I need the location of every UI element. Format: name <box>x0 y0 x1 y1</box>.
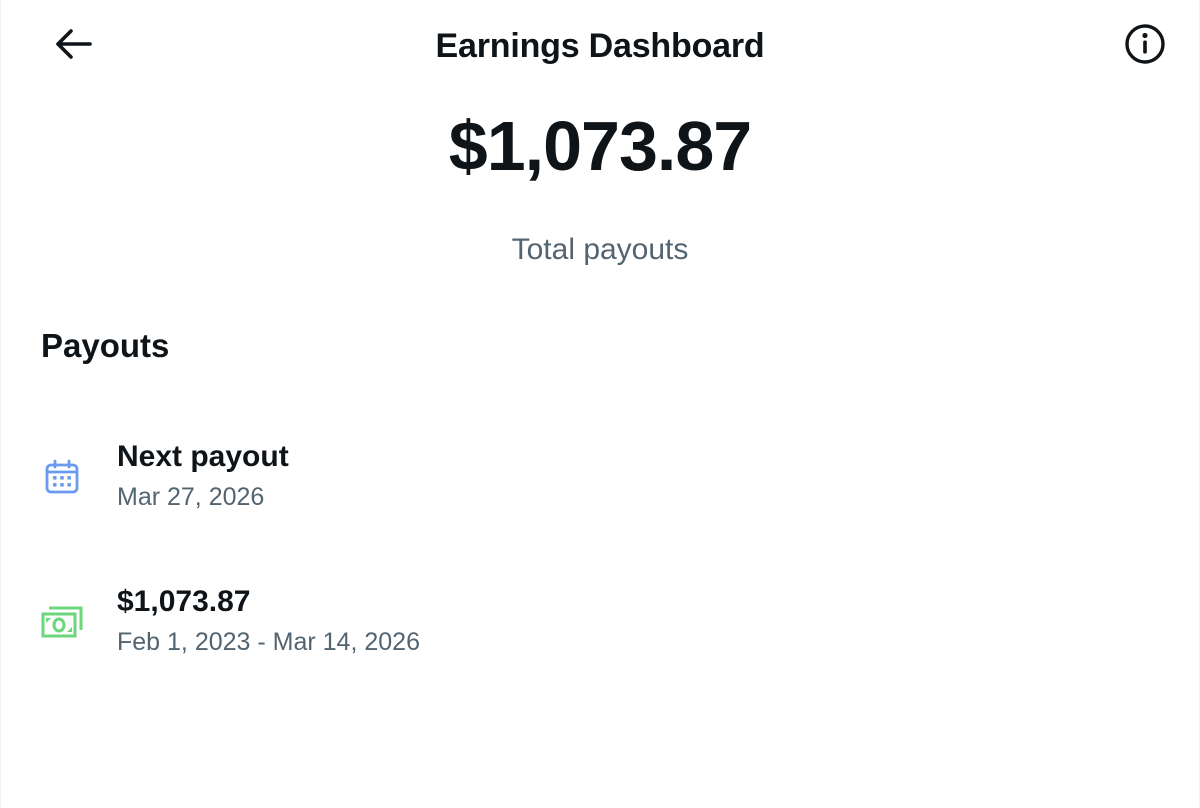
earnings-dashboard-page: Earnings Dashboard $1,073.87 Total payou… <box>0 0 1200 808</box>
next-payout-date: Mar 27, 2026 <box>117 483 265 511</box>
info-circle-icon <box>1124 23 1166 70</box>
payout-period-row[interactable]: $1,073.87 Feb 1, 2023 - Mar 14, 2026 <box>1 577 1199 667</box>
payout-amount: $1,073.87 <box>117 585 251 618</box>
money-icon <box>41 601 83 643</box>
info-button[interactable] <box>1121 23 1169 70</box>
next-payout-row[interactable]: Next payout Mar 27, 2026 <box>1 432 1199 522</box>
calendar-icon <box>41 456 83 498</box>
total-payouts-label: Total payouts <box>511 233 689 266</box>
payout-date-range: Feb 1, 2023 - Mar 14, 2026 <box>117 628 420 656</box>
total-payouts-amount: $1,073.87 <box>448 107 752 185</box>
next-payout-title: Next payout <box>117 440 289 473</box>
payouts-heading: Payouts <box>41 327 170 364</box>
page-title: Earnings Dashboard <box>435 27 765 65</box>
header-bar: Earnings Dashboard <box>1 0 1199 92</box>
